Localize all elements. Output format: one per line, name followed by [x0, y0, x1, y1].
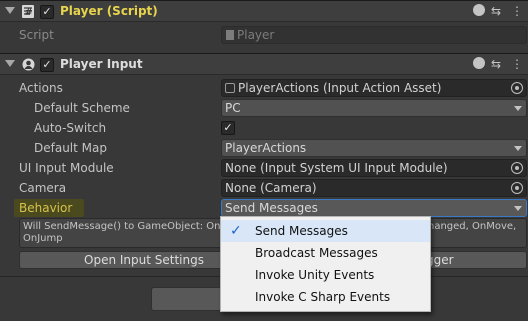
svg-text:#: #	[25, 8, 33, 18]
presets-icon[interactable]: ⇆	[491, 4, 501, 18]
script-icon: #	[22, 5, 34, 18]
dropdown-arrow-icon	[514, 106, 522, 111]
menu-item-invoke-c-sharp-events[interactable]: Invoke C Sharp Events	[221, 286, 430, 308]
behavior-dropdown[interactable]: Send Messages	[221, 199, 527, 217]
dropdown-arrow-icon	[514, 206, 522, 211]
player-script-header[interactable]: # ✓ Player (Script) ? ⇆ ⋮	[0, 0, 528, 22]
header-icons: ? ⇆ ⋮	[473, 57, 523, 73]
default-map-value: PlayerActions	[225, 141, 307, 155]
presets-icon[interactable]: ⇆	[491, 57, 501, 71]
camera-label: Camera	[19, 181, 67, 195]
camera-value: None (Camera)	[225, 181, 317, 195]
checkmark-icon: ✓	[42, 5, 52, 18]
more-options-icon[interactable]: ⋮	[511, 57, 523, 71]
object-picker-icon[interactable]	[511, 162, 523, 174]
ui-input-module-field[interactable]: None (Input System UI Input Module)	[221, 159, 527, 177]
more-options-icon[interactable]: ⋮	[511, 4, 523, 18]
menu-item-label: Broadcast Messages	[255, 246, 378, 260]
behavior-value: Send Messages	[225, 201, 318, 215]
dropdown-arrow-icon	[514, 146, 522, 151]
menu-item-label: Invoke C Sharp Events	[255, 290, 391, 304]
actions-label: Actions	[19, 81, 63, 95]
player-input-title: Player Input	[60, 57, 143, 71]
player-input-header[interactable]: ✓ Player Input ? ⇆ ⋮	[0, 53, 528, 75]
script-label: Script	[19, 28, 54, 42]
behavior-label: Behavior	[19, 201, 73, 215]
auto-switch-checkbox[interactable]: ✓	[221, 121, 235, 135]
player-input-enabled-checkbox[interactable]: ✓	[40, 58, 54, 72]
menu-item-label: Send Messages	[255, 224, 348, 238]
menu-item-broadcast-messages[interactable]: Broadcast Messages	[221, 242, 430, 264]
object-picker-icon[interactable]	[511, 82, 523, 94]
menu-item-send-messages[interactable]: ✓ Send Messages	[221, 220, 430, 242]
ui-input-module-value: None (Input System UI Input Module)	[225, 161, 448, 175]
menu-check-icon: ✓	[230, 223, 242, 239]
player-input-icon	[22, 58, 35, 71]
object-picker-icon[interactable]	[511, 182, 523, 194]
menu-item-invoke-unity-events[interactable]: Invoke Unity Events	[221, 264, 430, 286]
actions-value: PlayerActions (Input Action Asset)	[238, 81, 442, 95]
auto-switch-label: Auto-Switch	[34, 121, 107, 135]
script-field: Player	[221, 26, 527, 44]
default-scheme-label: Default Scheme	[34, 101, 130, 115]
behavior-dropdown-menu: ✓ Send Messages Broadcast Messages Invok…	[220, 216, 431, 312]
menu-item-label: Invoke Unity Events	[255, 268, 375, 282]
default-map-dropdown[interactable]: PlayerActions	[221, 139, 527, 157]
script-value: Player	[237, 28, 275, 42]
player-script-enabled-checkbox[interactable]: ✓	[40, 5, 54, 19]
header-icons: ? ⇆ ⋮	[473, 4, 523, 20]
ui-input-module-label: UI Input Module	[19, 161, 114, 175]
camera-field[interactable]: None (Camera)	[221, 179, 527, 197]
cs-script-icon	[226, 30, 234, 40]
foldout-arrow-icon[interactable]	[5, 7, 15, 14]
foldout-arrow-icon[interactable]	[5, 60, 15, 67]
default-map-label: Default Map	[34, 141, 107, 155]
player-script-title: Player (Script)	[60, 4, 158, 18]
actions-object-field[interactable]: PlayerActions (Input Action Asset)	[221, 79, 527, 97]
help-text-line1-right: hanged, OnMove,	[428, 221, 517, 232]
input-action-asset-icon	[225, 83, 235, 93]
default-scheme-dropdown[interactable]: PC	[221, 99, 527, 117]
default-scheme-value: PC	[225, 101, 241, 115]
checkmark-icon: ✓	[223, 121, 233, 134]
checkmark-icon: ✓	[42, 58, 52, 71]
